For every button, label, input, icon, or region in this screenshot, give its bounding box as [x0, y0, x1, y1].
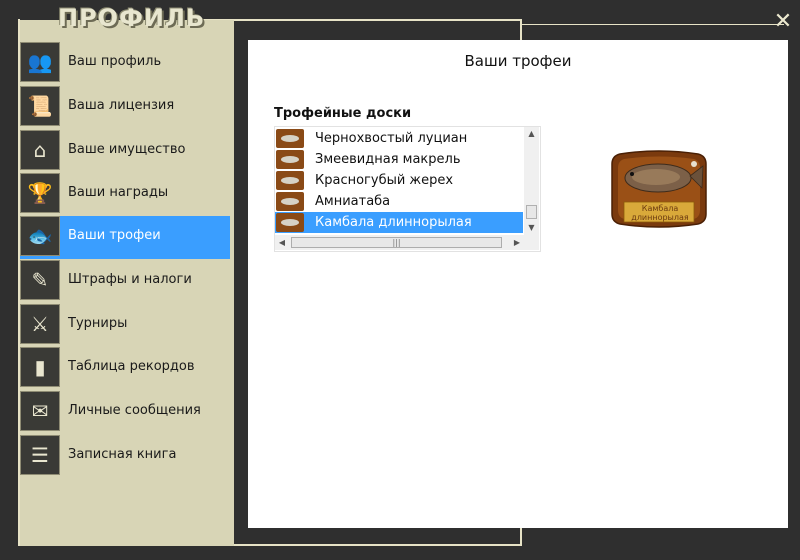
- bar-chart-icon: ▮: [20, 347, 60, 387]
- boards-heading: Трофейные доски: [274, 106, 412, 121]
- scrollbar-corner: [524, 235, 539, 250]
- scroll-right-icon[interactable]: ▶: [510, 235, 524, 250]
- bar-chart-icon-glyph: ▮: [34, 355, 46, 379]
- grip-icon: |||: [392, 238, 401, 247]
- fish-icon: [281, 198, 299, 205]
- sidebar-item-label: Ваше имущество: [68, 142, 186, 157]
- scroll-left-icon[interactable]: ◀: [275, 235, 289, 250]
- envelope-icon-glyph: ✉: [31, 399, 49, 423]
- document-pen-icon: ✎: [20, 260, 60, 300]
- users-icon: 👥: [20, 42, 60, 82]
- sidebar-item-label: Записная книга: [68, 447, 177, 462]
- house-icon-glyph: ⌂: [33, 138, 47, 162]
- list-viewport: Чернохвостый луциан Змеевидная макрель Кра…: [275, 127, 523, 235]
- scroll-down-icon[interactable]: ▼: [524, 221, 539, 235]
- list-item[interactable]: Чернохвостый луциан: [275, 128, 523, 149]
- plaque-label: Камбала длиннорылая: [631, 204, 689, 222]
- notebook-icon: ☰: [20, 435, 60, 475]
- sidebar-item-label: Ваш профиль: [68, 54, 162, 69]
- license-icon: 📜: [20, 86, 60, 126]
- trophy-cup-icon: 🏆: [20, 173, 60, 213]
- sidebar-item[interactable]: ✎ Штрафы и налоги: [20, 260, 230, 303]
- sidebar-item[interactable]: ▮ Таблица рекордов: [20, 347, 230, 390]
- sidebar-item-label: Ваши трофеи: [68, 228, 161, 243]
- sidebar-item[interactable]: ☰ Записная книга: [20, 435, 230, 478]
- frame-line-right: [520, 24, 784, 25]
- sidebar-item[interactable]: 👥 Ваш профиль: [20, 42, 230, 85]
- list-item-label: Чернохвостый луциан: [315, 131, 468, 146]
- license-icon-glyph: 📜: [27, 94, 53, 118]
- vertical-scrollbar[interactable]: ▲ ▼: [524, 127, 539, 235]
- envelope-icon: ✉: [20, 391, 60, 431]
- window-title: ПРОФИЛЬ: [58, 4, 206, 32]
- close-button[interactable]: ✕: [772, 11, 794, 33]
- sidebar-item[interactable]: 🐟 Ваши трофеи: [20, 216, 230, 259]
- sidebar-item-label: Штрафы и налоги: [68, 272, 192, 287]
- fish-icon: 🐟: [20, 216, 60, 256]
- list-item[interactable]: Змеевидная макрель: [275, 149, 523, 170]
- document-pen-icon-glyph: ✎: [31, 268, 49, 292]
- sidebar-item-label: Ваши награды: [68, 185, 169, 200]
- trophy-thumbnail-icon: [276, 129, 304, 148]
- page-title: Ваши трофеи: [464, 52, 572, 70]
- fish-icon: [281, 156, 299, 163]
- list-item[interactable]: Амниатаба: [275, 191, 523, 212]
- list-item-label: Амниатаба: [315, 194, 391, 209]
- fish-icon-glyph: 🐟: [27, 224, 53, 248]
- fish-icon: [281, 219, 299, 226]
- trophy-thumbnail-icon: [276, 171, 304, 190]
- crossed-swords-icon: ⚔: [20, 304, 60, 344]
- trophy-thumbnail-icon: [276, 192, 304, 211]
- scroll-up-icon[interactable]: ▲: [524, 127, 539, 141]
- sidebar-item[interactable]: 📜 Ваша лицензия: [20, 86, 230, 129]
- trophy-thumbnail-icon: [276, 150, 304, 169]
- trophies-panel: Ваши трофеи Трофейные доски Чернохвостый…: [248, 40, 788, 528]
- sidebar-item-label: Ваша лицензия: [68, 98, 175, 113]
- fish-icon: [281, 177, 299, 184]
- trophy-boards-list[interactable]: Чернохвостый луциан Змеевидная макрель Кра…: [274, 126, 541, 252]
- sidebar-item-label: Личные сообщения: [68, 403, 201, 418]
- trophy-thumbnail-icon: [276, 213, 304, 232]
- frame-line-top: [196, 19, 520, 21]
- house-icon: ⌂: [20, 130, 60, 170]
- close-icon: ✕: [773, 9, 793, 34]
- profile-window: ПРОФИЛЬ ✕ 👥 Ваш профиль 📜 Ваша лицензия ⌂ Ваш…: [0, 0, 800, 560]
- fish-icon: [281, 135, 299, 142]
- list-item[interactable]: Красногубый жерех: [275, 170, 523, 191]
- vertical-scroll-thumb[interactable]: [526, 205, 537, 219]
- list-item-label: Камбала длиннорылая: [315, 215, 472, 230]
- notebook-icon-glyph: ☰: [31, 443, 49, 467]
- list-item-label: Красногубый жерех: [315, 173, 454, 188]
- sidebar-item-label: Турниры: [68, 316, 128, 331]
- horizontal-scrollbar[interactable]: ◀ ||| ▶: [275, 235, 524, 250]
- trophy-cup-icon-glyph: 🏆: [27, 181, 53, 205]
- sidebar-item[interactable]: 🏆 Ваши награды: [20, 173, 230, 216]
- users-icon-glyph: 👥: [27, 50, 53, 74]
- crossed-swords-icon-glyph: ⚔: [31, 312, 49, 336]
- sidebar-item[interactable]: ⌂ Ваше имущество: [20, 130, 230, 173]
- sidebar-item-label: Таблица рекордов: [68, 359, 195, 374]
- list-item-label: Змеевидная макрель: [315, 152, 461, 167]
- sidebar-item[interactable]: ⚔ Турниры: [20, 304, 230, 347]
- horizontal-scroll-thumb[interactable]: |||: [291, 237, 502, 248]
- trophy-plaque-preview: Камбала длиннорылая: [610, 150, 708, 228]
- list-item[interactable]: Камбала длиннорылая: [275, 212, 523, 233]
- sidebar-item[interactable]: ✉ Личные сообщения: [20, 391, 230, 434]
